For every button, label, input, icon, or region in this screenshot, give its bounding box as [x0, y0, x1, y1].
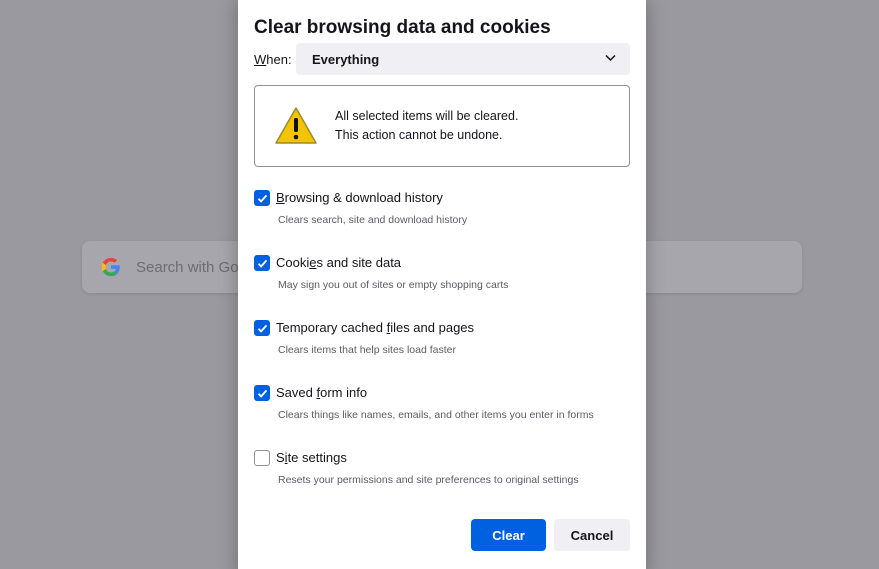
form-info-label: Saved form info	[276, 385, 368, 400]
chevron-down-icon	[605, 54, 616, 62]
checkmark-icon	[257, 194, 268, 203]
cookies-label: Cookies and site data	[276, 255, 402, 270]
background-search-placeholder: Search with Goo	[136, 258, 247, 276]
time-range-select[interactable]: Everything	[296, 43, 630, 75]
warning-line-2: This action cannot be undone.	[335, 128, 503, 142]
cache-checkbox[interactable]	[254, 320, 270, 336]
site-settings-description: Resets your permissions and site prefere…	[278, 474, 579, 486]
time-range-value: Everything	[312, 51, 380, 67]
checkmark-icon	[257, 324, 268, 333]
form-info-checkbox[interactable]	[254, 385, 270, 401]
when-label: When:	[254, 52, 292, 67]
history-description: Clears search, site and download history	[278, 214, 468, 226]
clear-button[interactable]: Clear	[471, 519, 546, 551]
cookies-checkbox[interactable]	[254, 255, 270, 271]
history-label: Browsing & download history	[276, 190, 443, 205]
checkmark-icon	[257, 259, 268, 268]
history-checkbox[interactable]	[254, 190, 270, 206]
cancel-button[interactable]: Cancel	[554, 519, 630, 551]
cookies-description: May sign you out of sites or empty shopp…	[278, 279, 509, 291]
cache-label: Temporary cached files and pages	[276, 320, 475, 335]
warning-box: All selected items will be cleared. This…	[254, 85, 630, 167]
google-icon	[101, 257, 120, 277]
dialog-title: Clear browsing data and cookies	[254, 17, 551, 38]
warning-icon	[275, 107, 317, 144]
site-settings-label: Site settings	[276, 450, 347, 465]
site-settings-checkbox[interactable]	[254, 450, 270, 466]
cache-description: Clears items that help sites load faster	[278, 344, 456, 356]
warning-line-1: All selected items will be cleared.	[335, 109, 519, 123]
checkmark-icon	[257, 389, 268, 398]
form-info-description: Clears things like names, emails, and ot…	[278, 409, 594, 421]
clear-data-dialog: Clear browsing data and cookies When: Ev…	[238, 0, 646, 569]
